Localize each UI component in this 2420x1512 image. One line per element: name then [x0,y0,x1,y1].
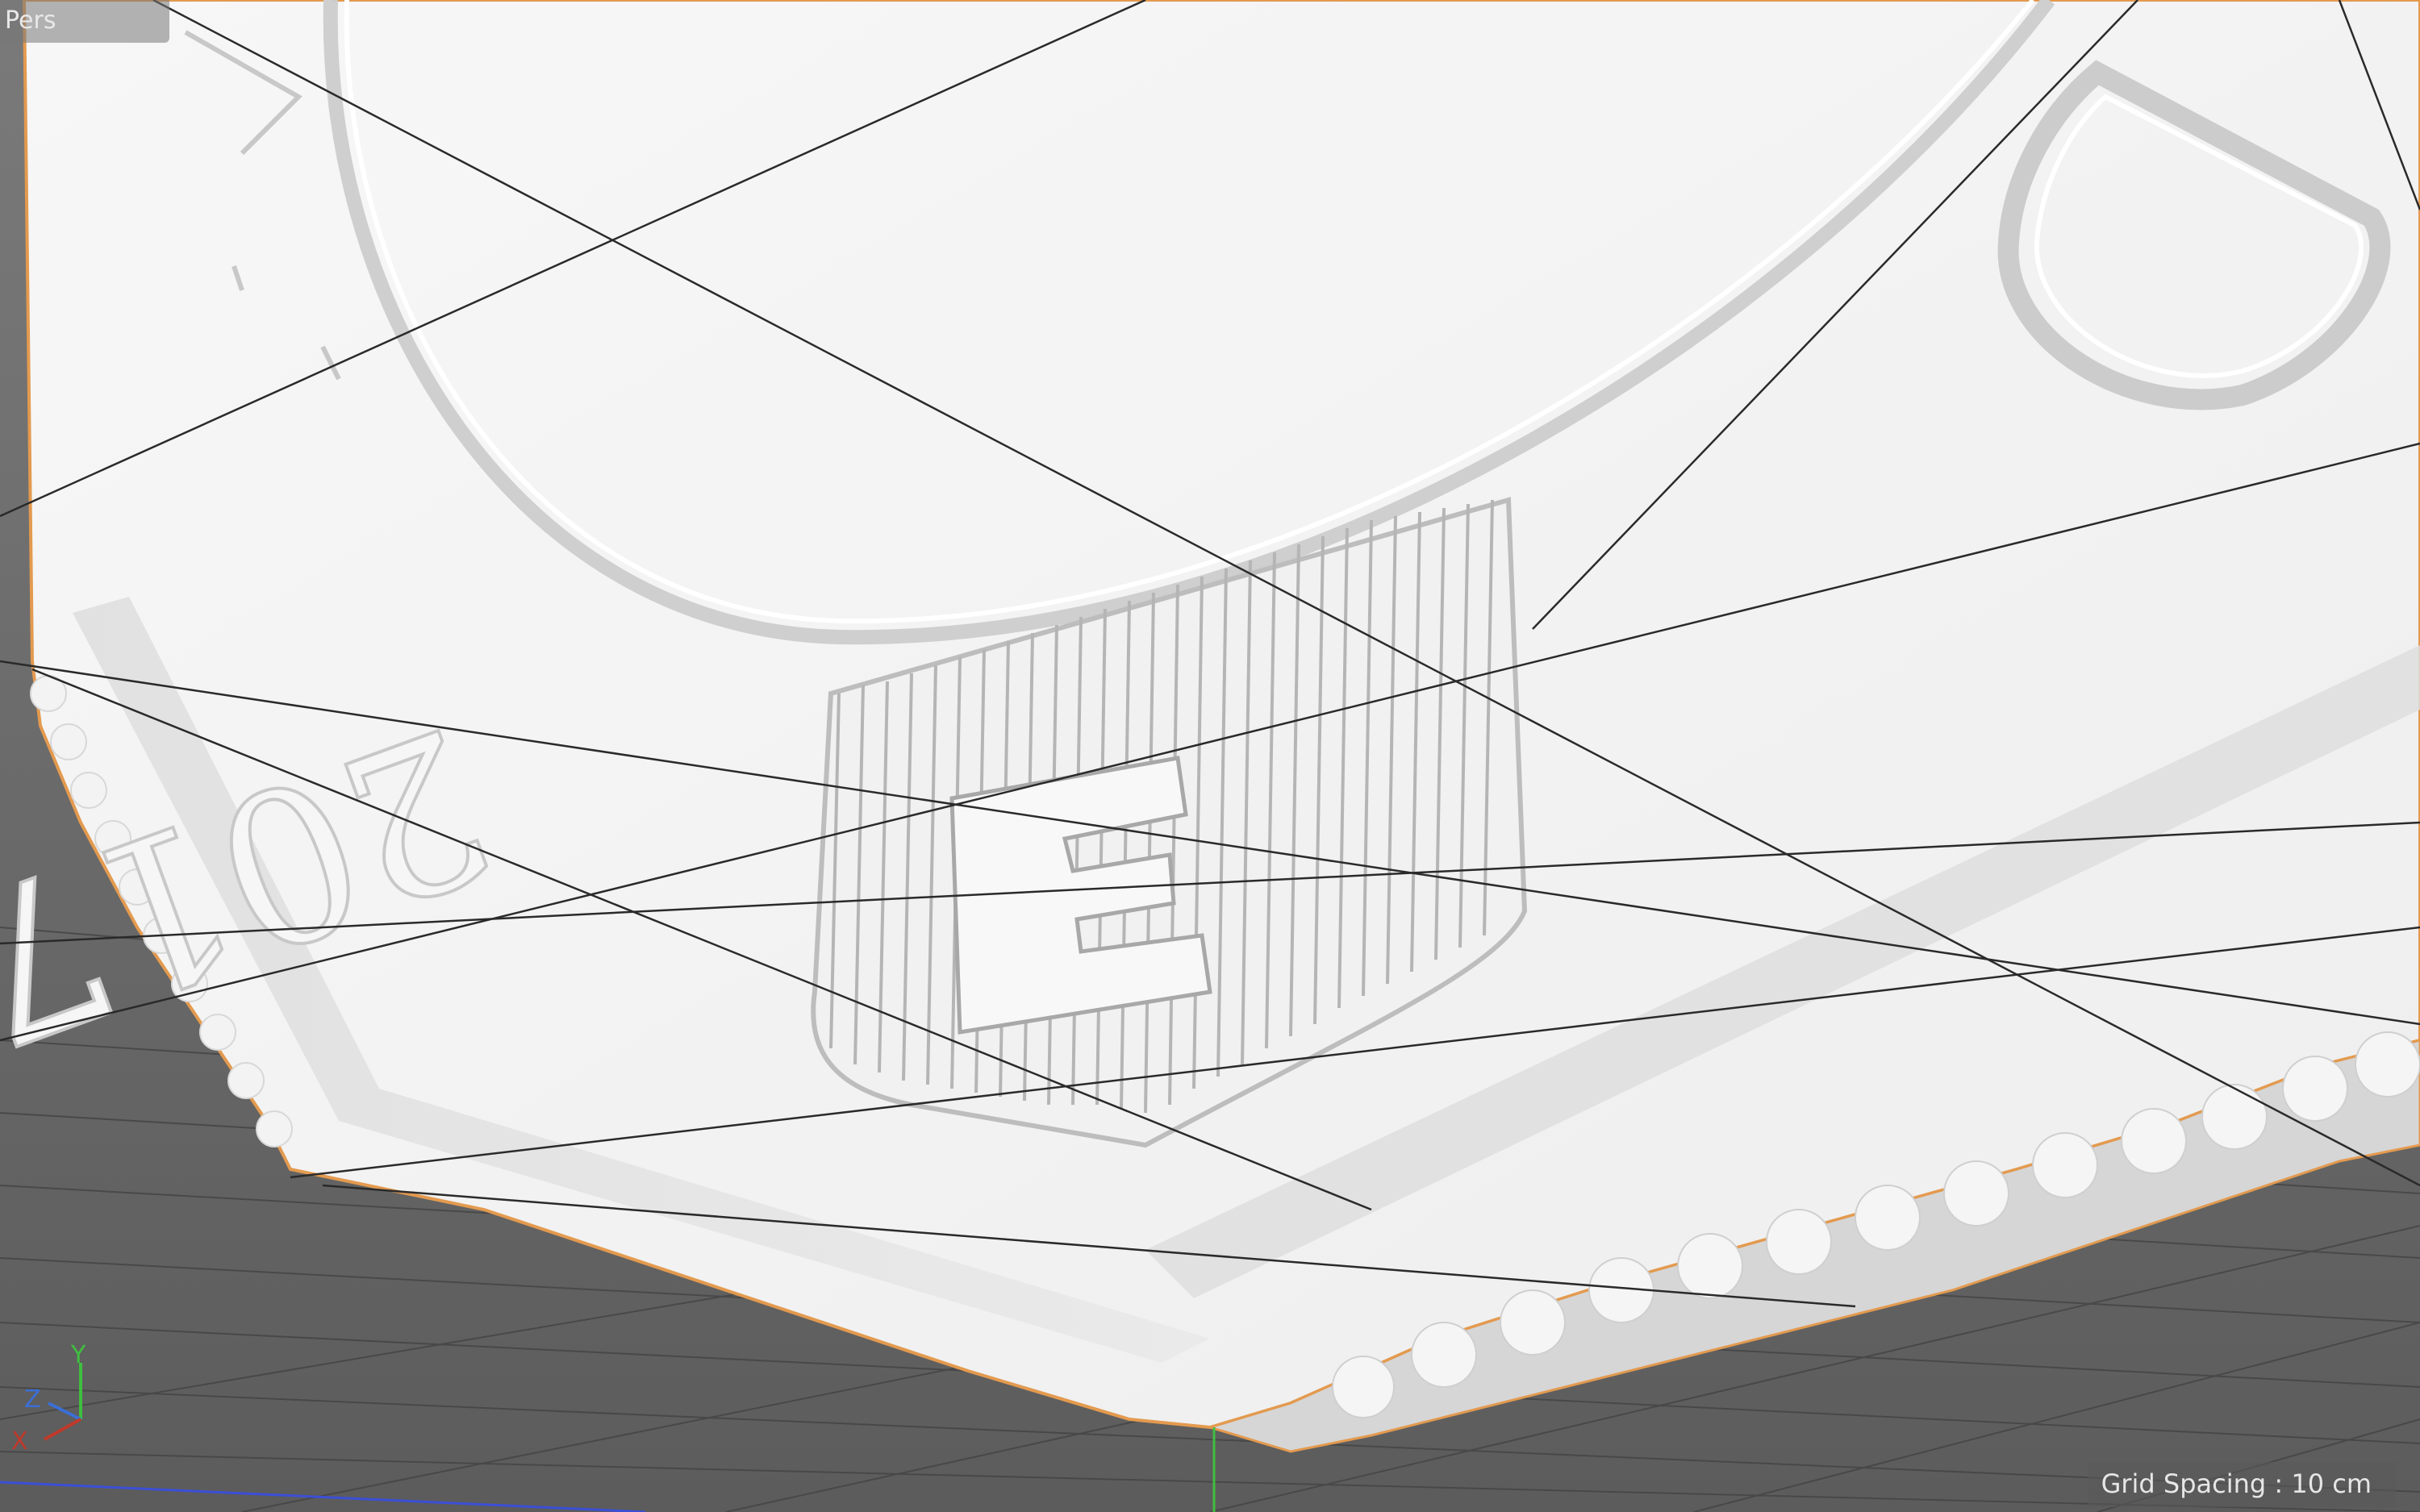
gizmo-x-label: X [11,1427,28,1456]
gizmo-y-label: Y [70,1341,86,1369]
camera-view-label[interactable]: Pers [0,0,169,43]
shield-letter [949,756,1212,1035]
viewport-scene[interactable]: 2017 Y Z X [0,0,2420,1512]
grid-spacing-readout: Grid Spacing : 10 cm [2088,1462,2396,1507]
3d-viewport[interactable]: 2017 Y Z X Pers Grid Spacing: 10 cm [0,0,2420,1512]
gizmo-z-label: Z [24,1385,41,1414]
